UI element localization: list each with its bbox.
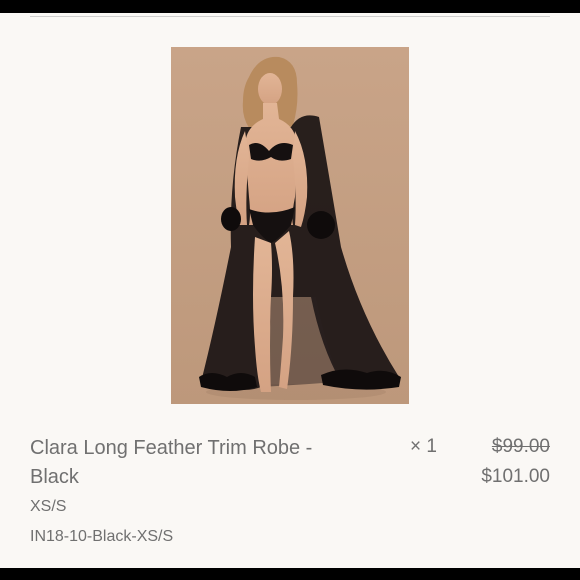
product-title[interactable]: Clara Long Feather Trim Robe - Black [30, 434, 340, 492]
product-sku: IN18-10-Black-XS/S [30, 528, 174, 545]
cart-line-item: Clara Long Feather Trim Robe - Black × 1… [0, 13, 580, 568]
variant-size: XS/S [30, 498, 67, 515]
divider [30, 16, 550, 17]
original-price: $99.00 [491, 436, 550, 457]
current-price: $101.00 [481, 466, 550, 487]
device-frame: Clara Long Feather Trim Robe - Black × 1… [0, 0, 580, 580]
quantity-label: × 1 [410, 436, 437, 457]
product-image[interactable] [171, 47, 409, 404]
model-photo-illustration [171, 47, 409, 404]
